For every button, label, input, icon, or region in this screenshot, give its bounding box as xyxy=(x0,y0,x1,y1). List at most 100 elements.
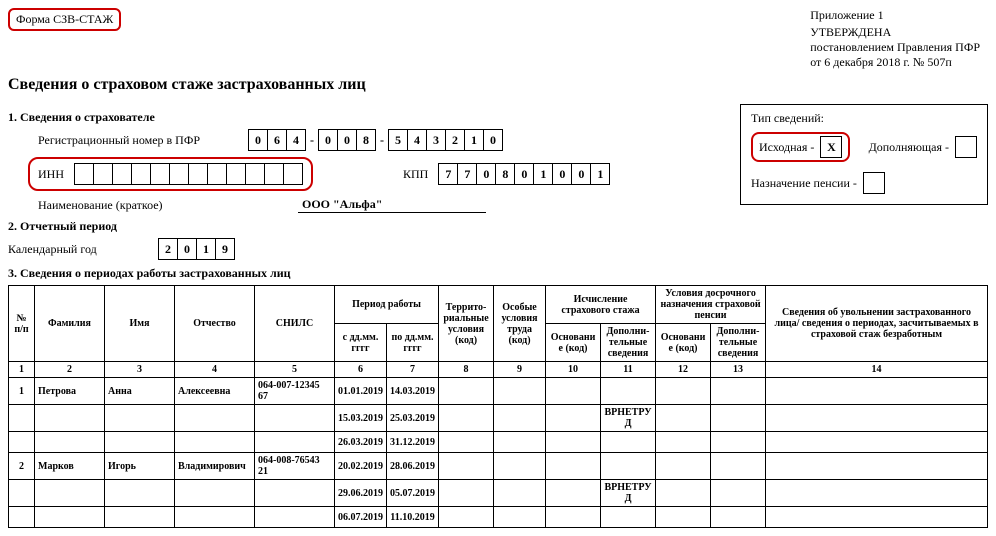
type-suppl-check[interactable] xyxy=(955,136,977,158)
type-suppl-label: Дополняющая - xyxy=(869,140,949,155)
th-stazh: Исчисление страхового стажа xyxy=(546,286,656,324)
section-1: 1. Сведения о страхователе Регистрационн… xyxy=(8,104,988,213)
table-cell xyxy=(35,405,105,432)
table-cell xyxy=(175,480,255,507)
colnum: 4 xyxy=(175,362,255,378)
table-cell xyxy=(35,480,105,507)
th-extra2: Дополни- тельные сведения xyxy=(711,324,766,362)
digit-cell xyxy=(188,163,208,185)
appendix-line3: постановлением Правления ПФР xyxy=(810,40,980,55)
table-cell: 25.03.2019 xyxy=(387,405,439,432)
digit-cell: 0 xyxy=(476,163,496,185)
th-num: № п/п xyxy=(9,286,35,362)
digit-cell xyxy=(93,163,113,185)
digit-cell: 9 xyxy=(215,238,235,260)
table-cell xyxy=(494,405,546,432)
table-cell xyxy=(9,507,35,528)
digit-cell: 1 xyxy=(196,238,216,260)
digit-cell: 0 xyxy=(248,129,268,151)
table-cell xyxy=(711,507,766,528)
table-cell: Марков xyxy=(35,453,105,480)
table-cell xyxy=(601,378,656,405)
table-cell xyxy=(494,507,546,528)
table-cell: ВРНЕТРУД xyxy=(601,405,656,432)
type-box: Тип сведений: Исходная - X Дополняющая -… xyxy=(740,104,988,205)
digit-cell: 0 xyxy=(571,163,591,185)
table-cell xyxy=(766,507,988,528)
table-row: 29.06.201905.07.2019ВРНЕТРУД xyxy=(9,480,988,507)
periods-table: № п/п Фамилия Имя Отчество СНИЛС Период … xyxy=(8,285,988,528)
table-cell xyxy=(711,480,766,507)
digit-cell xyxy=(131,163,151,185)
table-cell xyxy=(494,453,546,480)
colnum: 6 xyxy=(335,362,387,378)
table-cell: 20.02.2019 xyxy=(335,453,387,480)
table-row: 06.07.201911.10.2019 xyxy=(9,507,988,528)
table-cell: Анна xyxy=(105,378,175,405)
digit-cell: 4 xyxy=(407,129,427,151)
reg-cells-g1: 064 xyxy=(248,129,306,151)
digit-cell: 0 xyxy=(337,129,357,151)
digit-cell: 2 xyxy=(445,129,465,151)
table-cell xyxy=(9,432,35,453)
table-cell xyxy=(439,432,494,453)
section1-head: 1. Сведения о страхователе xyxy=(8,110,740,125)
reg-row: Регистрационный номер в ПФР 064 - 008 - … xyxy=(38,129,740,151)
colnum: 10 xyxy=(546,362,601,378)
table-cell xyxy=(35,432,105,453)
table-cell xyxy=(656,405,711,432)
kpp-cells: 770801001 xyxy=(438,163,610,185)
table-cell: 28.06.2019 xyxy=(387,453,439,480)
inn-label: ИНН xyxy=(38,167,64,182)
table-cell: Владимирович xyxy=(175,453,255,480)
table-cell: Петрова xyxy=(35,378,105,405)
digit-cell: 0 xyxy=(318,129,338,151)
table-cell xyxy=(546,378,601,405)
section2-head: 2. Отчетный период xyxy=(8,219,988,234)
table-cell xyxy=(656,507,711,528)
dash-icon: - xyxy=(376,133,388,148)
type-pension-check[interactable] xyxy=(863,172,885,194)
digit-cell: 0 xyxy=(514,163,534,185)
appendix-block: Приложение 1 УТВЕРЖДЕНА постановлением П… xyxy=(810,8,980,70)
table-cell xyxy=(766,453,988,480)
th-fam: Фамилия xyxy=(35,286,105,362)
table-cell xyxy=(601,432,656,453)
digit-cell: 1 xyxy=(590,163,610,185)
company-name: ООО "Альфа" xyxy=(298,197,486,213)
colnum: 3 xyxy=(105,362,175,378)
table-cell: 05.07.2019 xyxy=(387,480,439,507)
appendix-line2: УТВЕРЖДЕНА xyxy=(810,25,980,40)
table-cell xyxy=(9,480,35,507)
th-early: Условия досрочного назначения страховой … xyxy=(656,286,766,324)
table-cell xyxy=(439,378,494,405)
type-initial-highlight: Исходная - X xyxy=(751,132,850,162)
table-cell: 064-008-76543 21 xyxy=(255,453,335,480)
table-cell: 11.10.2019 xyxy=(387,507,439,528)
th-cond: Особые условия труда (код) xyxy=(494,286,546,362)
table-cell: 064-007-12345 67 xyxy=(255,378,335,405)
table-cell xyxy=(766,480,988,507)
table-cell xyxy=(494,432,546,453)
reg-cells-g2: 008 xyxy=(318,129,376,151)
colnum-row: 1234567891011121314 xyxy=(9,362,988,378)
table-cell xyxy=(105,480,175,507)
th-to: по дд.мм. гггг xyxy=(387,324,439,362)
reg-cells-g3: 543210 xyxy=(388,129,503,151)
form-badge: Форма СЗВ-СТАЖ xyxy=(8,8,121,31)
table-cell xyxy=(175,507,255,528)
digit-cell xyxy=(74,163,94,185)
type-initial-check[interactable]: X xyxy=(820,136,842,158)
table-cell xyxy=(711,453,766,480)
table-cell xyxy=(494,378,546,405)
table-cell xyxy=(439,507,494,528)
table-cell xyxy=(601,507,656,528)
table-cell: 01.01.2019 xyxy=(335,378,387,405)
th-base1: Основание (код) xyxy=(546,324,601,362)
section3-head: 3. Сведения о периодах работы застрахова… xyxy=(8,266,988,281)
colnum: 12 xyxy=(656,362,711,378)
digit-cell: 2 xyxy=(158,238,178,260)
inn-highlight: ИНН xyxy=(28,157,313,191)
table-cell xyxy=(546,507,601,528)
table-cell xyxy=(546,453,601,480)
